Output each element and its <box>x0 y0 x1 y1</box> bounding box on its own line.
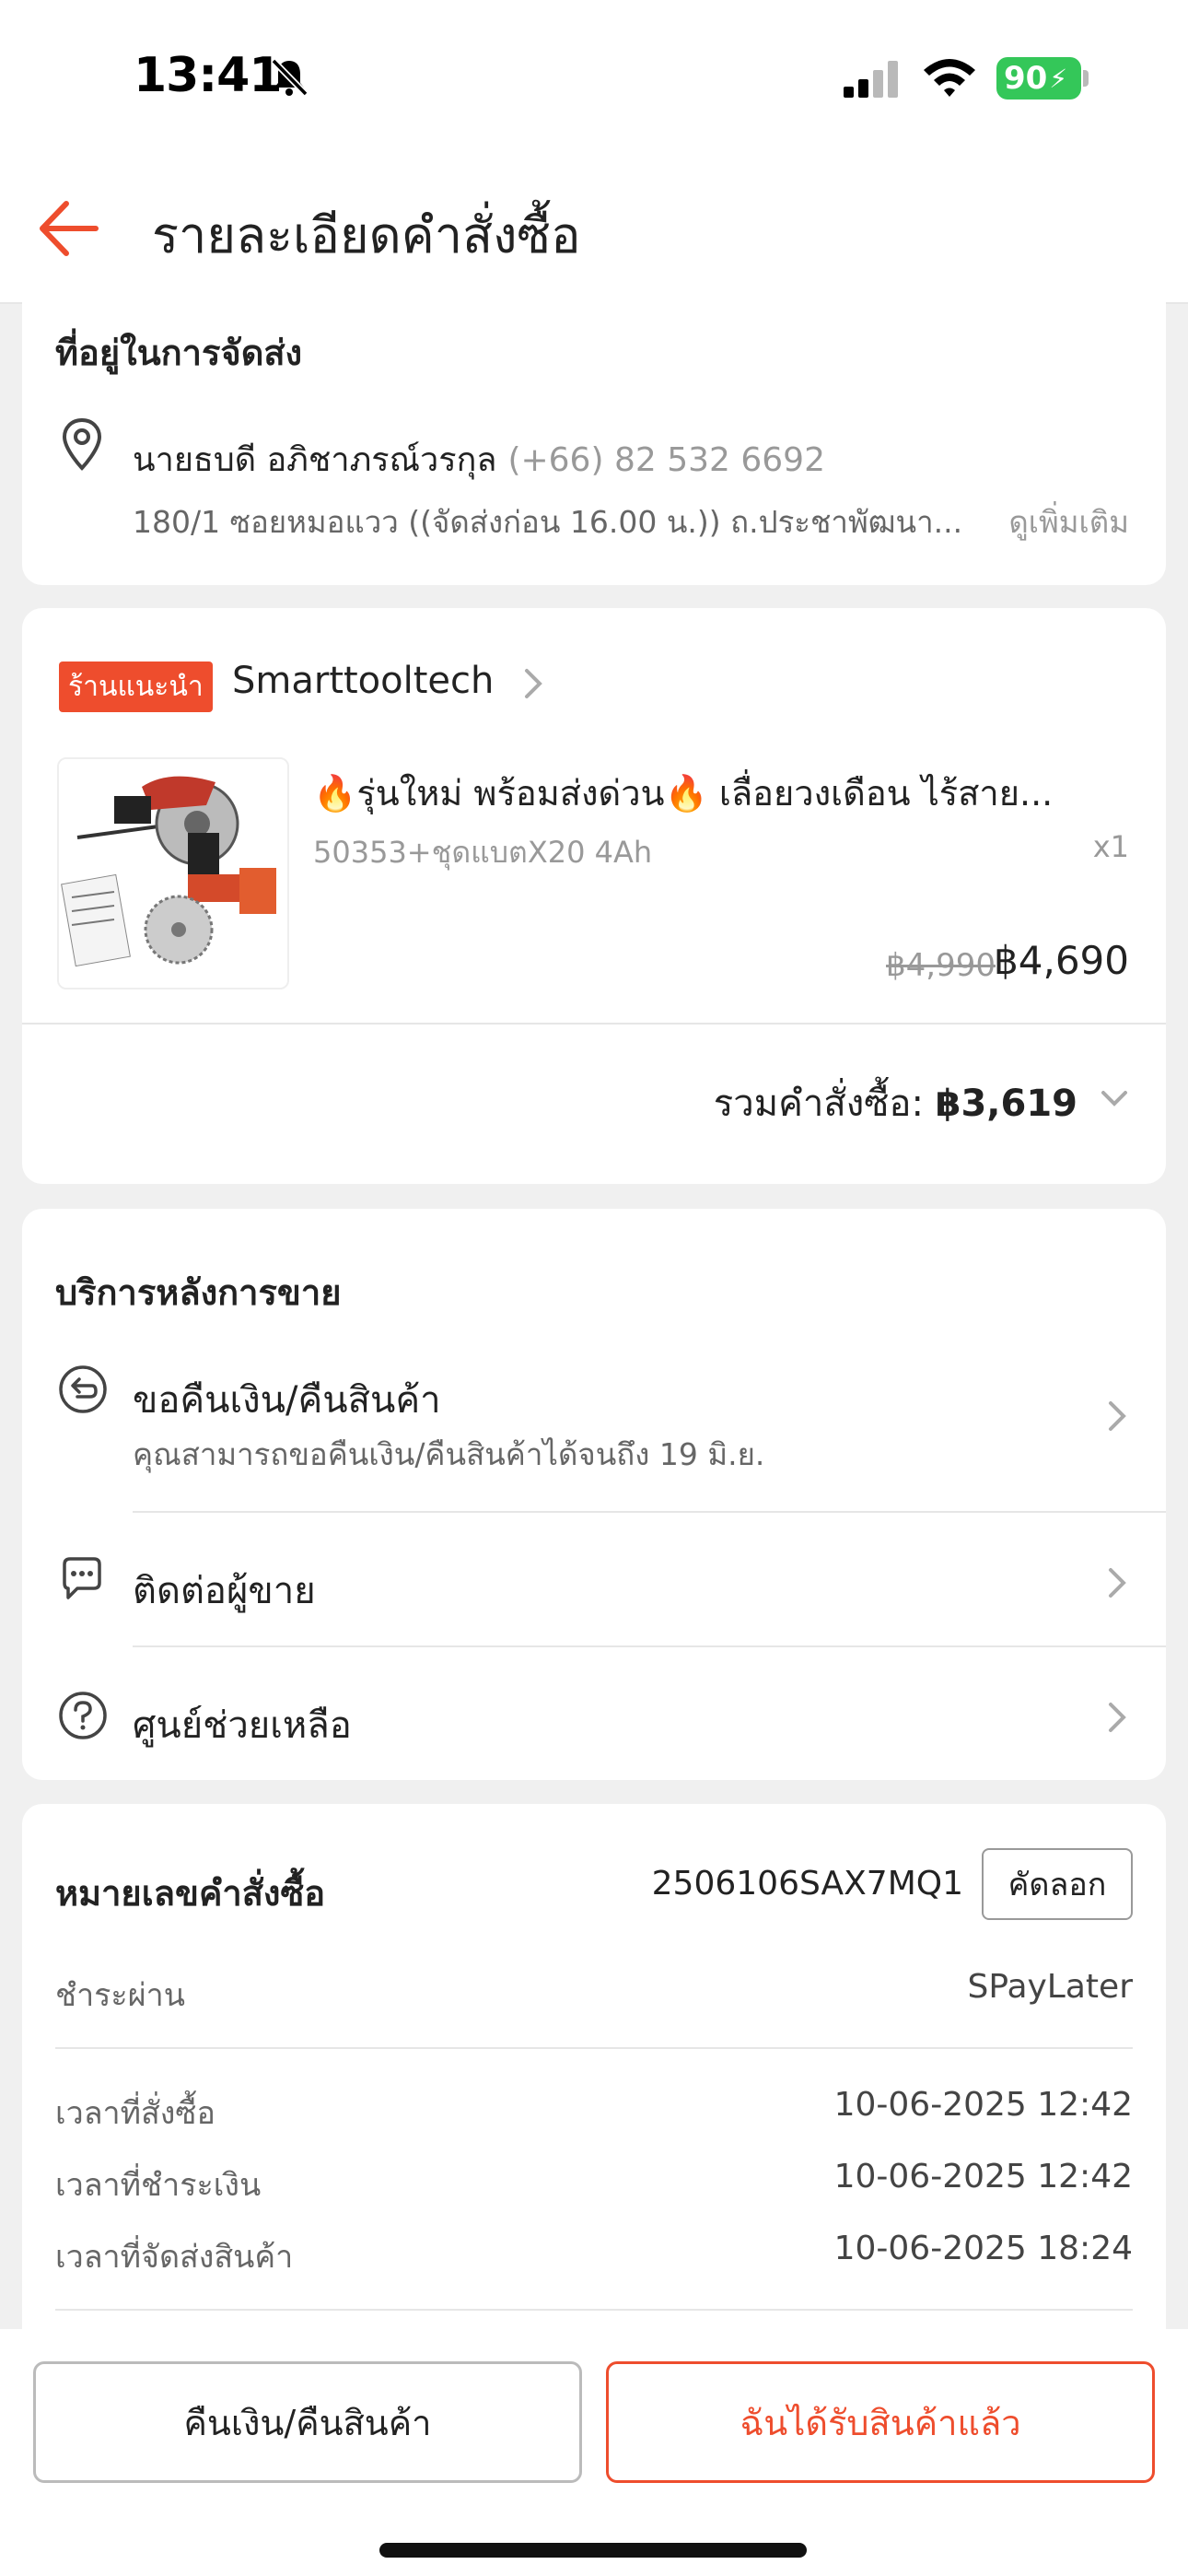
bottom-action-bar: คืนเงิน/คืนสินค้า ฉันได้รับสินค้าแล้ว <box>0 2329 1188 2576</box>
order-time-value: 10-06-2025 12:42 <box>833 2086 1133 2124</box>
product-price: ฿4,690 <box>994 938 1129 983</box>
order-received-button[interactable]: ฉันได้รับสินค้าแล้ว <box>606 2361 1155 2483</box>
product-variant: 50353+ชุดแบตX20 4Ah <box>313 835 653 870</box>
payment-method-value: SPayLater <box>967 1968 1134 2006</box>
payment-time-label: เวลาที่ชำระเงิน <box>55 2167 262 2204</box>
wifi-icon <box>924 59 975 97</box>
original-price: ฿4,990 <box>886 947 996 984</box>
product-image[interactable] <box>57 757 289 989</box>
circular-saw-image <box>59 759 287 988</box>
address-line: 180/1 ซอยหมอแวว ((จัดส่งก่อน 16.00 น.)) … <box>133 504 963 540</box>
chevron-right-icon <box>1109 1703 1126 1732</box>
refund-return-button[interactable]: คืนเงิน/คืนสินค้า <box>33 2361 582 2483</box>
return-refund-label: ขอคืนเงิน/คืนสินค้า <box>133 1379 441 1422</box>
status-bar: 13:41 90 ⚡ <box>0 0 1188 157</box>
ship-time-label: เวลาที่จัดส่งสินค้า <box>55 2239 294 2276</box>
after-sales-title: บริการหลังการขาย <box>55 1272 342 1313</box>
payment-method-label: ชำระผ่าน <box>55 1977 185 2014</box>
divider <box>55 2309 1133 2311</box>
help-center-label: ศูนย์ช่วยเหลือ <box>133 1704 352 1747</box>
preferred-shop-badge: ร้านแนะนำ <box>59 662 213 712</box>
see-more-link[interactable]: ดูเพิ่มเติม <box>1008 498 1129 546</box>
signal-icon <box>844 61 898 98</box>
shop-order-card: ร้านแนะนำ Smarttooltech 🔥รุ่นใหม่ พร้อมส… <box>22 608 1166 1184</box>
divider <box>133 1511 1166 1513</box>
chevron-right-icon <box>1109 1568 1126 1598</box>
order-number: 2506106SAX7MQ1 <box>651 1865 963 1903</box>
battery-indicator: 90 ⚡ <box>996 57 1081 100</box>
shipping-address-title: ที่อยู่ในการจัดส่ง <box>55 333 303 373</box>
help-icon <box>59 1692 107 1739</box>
order-total[interactable]: รวมคำสั่งซื้อ: ฿3,619 <box>714 1073 1077 1132</box>
chevron-right-icon <box>1109 1401 1126 1431</box>
order-total-label: รวมคำสั่งซื้อ: <box>713 1083 936 1125</box>
status-time: 13:41 <box>134 48 283 103</box>
home-indicator[interactable] <box>379 2543 807 2558</box>
chat-icon <box>63 1557 101 1599</box>
after-sales-card: บริการหลังการขาย ขอคืนเงิน/คืนสินค้า คุณ… <box>22 1209 1166 1780</box>
divider <box>22 1023 1166 1025</box>
order-total-amount: ฿3,619 <box>935 1083 1077 1125</box>
bell-muted-icon <box>271 58 309 97</box>
return-icon <box>59 1365 107 1413</box>
recipient-phone: (+66) 82 532 6692 <box>507 441 825 479</box>
ship-time-value: 10-06-2025 18:24 <box>833 2230 1133 2267</box>
order-time-label: เวลาที่สั่งซื้อ <box>55 2095 215 2132</box>
divider <box>55 2047 1133 2049</box>
recipient: นายธบดี อภิชาภรณ์วรกุล (+66) 82 532 6692 <box>133 433 825 486</box>
location-pin-icon <box>62 417 102 471</box>
battery-cap <box>1083 70 1089 87</box>
shop-name[interactable]: Smarttooltech <box>232 660 494 702</box>
copy-button[interactable]: คัดลอก <box>982 1848 1133 1920</box>
contact-seller-label: ติดต่อผู้ขาย <box>133 1570 316 1612</box>
shipping-address-card[interactable]: ที่อยู่ในการจัดส่ง นายธบดี อภิชาภรณ์วรกุ… <box>22 276 1166 585</box>
product-title[interactable]: 🔥รุ่นใหม่ พร้อมส่งด่วน🔥 เลื่อยวงเดือน ไร… <box>313 765 1053 821</box>
recipient-name: นายธบดี อภิชาภรณ์วรกุล <box>133 441 497 479</box>
order-number-label: หมายเลขคำสั่งซื้อ <box>55 1873 326 1914</box>
payment-time-value: 10-06-2025 12:42 <box>833 2158 1133 2195</box>
product-quantity: x1 <box>1092 829 1129 864</box>
chevron-right-icon[interactable] <box>519 665 547 702</box>
charging-icon: ⚡ <box>1049 63 1067 94</box>
back-arrow-icon[interactable] <box>35 198 99 259</box>
page-title: รายละเอียดคำสั่งซื้อ <box>152 206 581 264</box>
chevron-down-icon[interactable] <box>1096 1080 1133 1117</box>
return-refund-deadline: คุณสามารถขอคืนเงิน/คืนสินค้าได้จนถึง 19 … <box>133 1436 765 1472</box>
battery-level: 90 <box>1004 60 1048 97</box>
divider <box>133 1645 1166 1647</box>
